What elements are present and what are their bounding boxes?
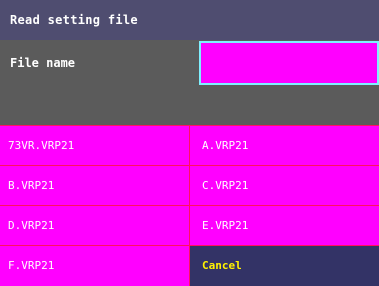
file-name-label: File name xyxy=(10,56,76,70)
file-item-a[interactable]: A.VRP21 xyxy=(190,125,379,165)
title-bar: Read setting file xyxy=(0,0,379,40)
file-name-input[interactable] xyxy=(199,41,379,85)
cancel-button-label: Cancel xyxy=(202,259,242,272)
file-item-b[interactable]: B.VRP21 xyxy=(0,165,189,205)
dialog-title: Read setting file xyxy=(10,13,138,27)
column-divider xyxy=(189,125,190,286)
file-item-d[interactable]: D.VRP21 xyxy=(0,205,189,245)
file-item-label: B.VRP21 xyxy=(8,179,55,192)
file-item-label: F.VRP21 xyxy=(8,259,55,272)
file-item-label: 73VR.VRP21 xyxy=(8,139,75,152)
file-item-73vr[interactable]: 73VR.VRP21 xyxy=(0,125,189,165)
file-item-label: A.VRP21 xyxy=(202,139,249,152)
file-item-e[interactable]: E.VRP21 xyxy=(190,205,379,245)
cancel-button[interactable]: Cancel xyxy=(190,245,379,286)
file-list-grid: 73VR.VRP21 A.VRP21 B.VRP21 C.VRP21 D.VRP… xyxy=(0,125,379,286)
read-setting-file-dialog: Read setting file File name 73VR.VRP21 A… xyxy=(0,0,379,286)
file-item-label: E.VRP21 xyxy=(202,219,249,232)
file-item-label: D.VRP21 xyxy=(8,219,55,232)
file-item-c[interactable]: C.VRP21 xyxy=(190,165,379,205)
file-item-f[interactable]: F.VRP21 xyxy=(0,245,189,286)
file-name-row: File name xyxy=(0,40,379,125)
file-item-label: C.VRP21 xyxy=(202,179,249,192)
